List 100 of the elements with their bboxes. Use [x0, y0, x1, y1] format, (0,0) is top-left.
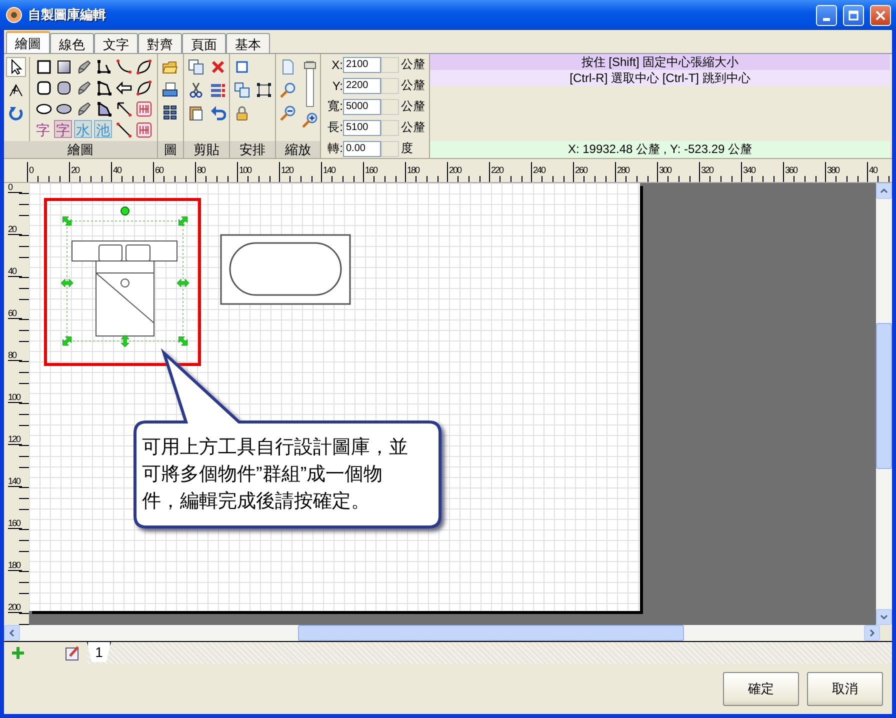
rounded-rectangle-icon: [36, 80, 52, 96]
undo-icon: [210, 105, 226, 121]
unit-label: 公釐: [401, 77, 425, 94]
ellipse-icon: [36, 101, 52, 117]
ruler-label: 40: [868, 165, 878, 175]
ruler-label: 160: [364, 165, 378, 175]
scrollbar-thumb[interactable]: [298, 625, 684, 641]
tool-button[interactable]: [254, 80, 274, 100]
dialog-button[interactable]: 取消: [807, 672, 883, 706]
pencil-note-icon: [65, 645, 81, 661]
tab[interactable]: 對齊: [138, 33, 182, 53]
line-icon: [116, 122, 132, 138]
ruler-label: 240: [532, 165, 546, 175]
field-label: 轉:: [326, 140, 343, 157]
scissors-icon: [188, 82, 204, 98]
ruler-label: 80: [196, 165, 206, 175]
cursor-position: X: 19932.48 公釐 , Y: -523.29 公釐: [430, 141, 890, 158]
ruler-label: 180: [8, 561, 22, 571]
unit-label: 公釐: [401, 56, 425, 73]
rotate-icon: [8, 105, 24, 121]
group-icon: [256, 82, 272, 98]
ruler-label: 260: [574, 165, 588, 175]
clipboard-icon: [188, 105, 204, 121]
unit-label: 度: [401, 140, 413, 157]
filled-rounded-rectangle-icon: [56, 80, 72, 96]
number-field[interactable]: 2100: [343, 56, 381, 72]
polygon-icon: [96, 80, 112, 96]
ruler-label: 360: [784, 165, 798, 175]
copy-icon: [188, 59, 204, 75]
text-tool-button[interactable]: 字: [54, 120, 72, 138]
number-field[interactable]: 0.00: [343, 140, 381, 156]
scroll-left-button[interactable]: [4, 625, 20, 641]
number-field[interactable]: 2200: [343, 78, 381, 94]
scroll-up-button[interactable]: [876, 183, 892, 199]
ruler-label: 40: [8, 267, 22, 277]
dialog-button[interactable]: 確定: [723, 672, 799, 706]
zoom-icon: [280, 82, 296, 98]
rectangle-icon: [36, 59, 52, 75]
curve-icon: [116, 59, 132, 75]
ruler-label: 60: [8, 309, 22, 319]
number-field[interactable]: 5000: [343, 98, 381, 114]
tool-button[interactable]: [114, 120, 134, 140]
app-logo-icon: [6, 7, 22, 23]
tab[interactable]: 基本: [226, 33, 270, 53]
group-label: 繪圖: [4, 141, 157, 158]
tool-button[interactable]: [134, 78, 154, 98]
window-title: 自製圖庫編輯: [28, 6, 107, 24]
ruler-label: 120: [280, 165, 294, 175]
number-field[interactable]: 5100: [343, 120, 381, 136]
ruler-label: 40: [112, 165, 122, 175]
printer-icon: [162, 82, 178, 98]
ruler-label: 20: [8, 225, 22, 235]
zoom-slider[interactable]: [306, 61, 314, 107]
close-button[interactable]: [870, 4, 891, 26]
ruler-label: 320: [700, 165, 714, 175]
tool-button[interactable]: [186, 57, 206, 77]
scrollbar-thumb[interactable]: [876, 323, 892, 469]
ruler-label: 60: [154, 165, 164, 175]
filled-rectangle-icon: [56, 59, 72, 75]
unit-label: 公釐: [401, 119, 425, 136]
unit-label: 公釐: [401, 98, 425, 115]
ruler-label: 220: [490, 165, 504, 175]
tab[interactable]: 頁面: [182, 33, 226, 53]
slider-thumb[interactable]: [304, 62, 316, 69]
ruler-label: 20: [70, 165, 80, 175]
tab[interactable]: 線色: [50, 33, 94, 53]
tool-button[interactable]: [134, 57, 154, 77]
close-icon: [874, 8, 887, 22]
ruler-label: 140: [8, 477, 22, 487]
group-label: 縮放: [276, 141, 320, 158]
minimize-button[interactable]: [816, 4, 837, 26]
callout-text: 可用上方工具自行設計圖庫，並可將多個物件”群組”成一個物件，編輯完成後請按確定。: [142, 436, 409, 514]
folder-icon: [162, 59, 178, 75]
ruler-label: 100: [238, 165, 252, 175]
maximize-button[interactable]: [843, 4, 864, 26]
zoom-out-icon: [280, 105, 296, 121]
lock-icon: [234, 105, 250, 121]
stamp-icon: [136, 101, 152, 117]
arrow-line-icon: [116, 101, 132, 117]
tool-button[interactable]: [300, 110, 320, 130]
ruler-label: 280: [616, 165, 630, 175]
field-label: 寬:: [326, 98, 343, 115]
ruler-label: 340: [742, 165, 756, 175]
closed-curve-icon: [136, 80, 152, 96]
node-edit-icon: [8, 82, 24, 98]
square-icon: [234, 59, 250, 75]
tab[interactable]: 文字: [94, 33, 138, 53]
delete-icon: [210, 59, 226, 75]
ruler-label: 380: [826, 165, 840, 175]
ruler-label: 160: [8, 519, 22, 529]
tab[interactable]: 繪圖: [6, 31, 50, 53]
tool-button[interactable]: [6, 57, 26, 77]
scroll-right-button[interactable]: [864, 625, 880, 641]
scroll-down-button[interactable]: [876, 609, 892, 625]
maximize-icon: [847, 8, 860, 22]
sheet-tab[interactable]: 1: [87, 642, 111, 662]
minimize-icon: [823, 18, 830, 20]
hint-text: [Ctrl-R] 選取中心 [Ctrl-T] 跳到中心: [430, 70, 890, 86]
ruler-label: 80: [8, 351, 22, 361]
text-tool-button[interactable]: 字: [34, 120, 52, 138]
